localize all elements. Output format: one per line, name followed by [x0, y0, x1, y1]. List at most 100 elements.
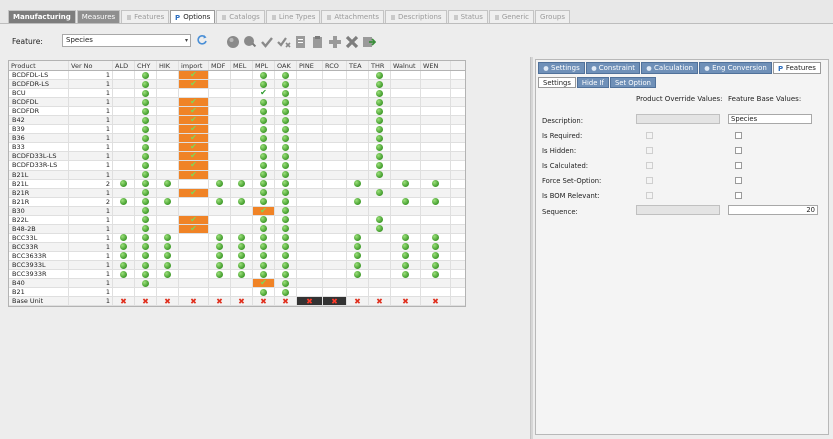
table-row[interactable]: BCDFD33L-LS 1 ✔ — [9, 152, 465, 162]
option-cell[interactable] — [209, 179, 231, 188]
table-row[interactable]: B36 1 ✔ — [9, 134, 465, 144]
option-cell[interactable] — [391, 251, 421, 260]
option-cell[interactable] — [253, 170, 275, 179]
option-cell[interactable] — [209, 288, 231, 297]
option-cell[interactable] — [179, 260, 209, 270]
option-cell[interactable] — [391, 152, 421, 161]
option-cell[interactable] — [369, 251, 391, 260]
option-cell[interactable] — [179, 270, 209, 279]
option-cell[interactable] — [391, 80, 421, 89]
tab-catalogs[interactable]: Catalogs — [216, 10, 265, 23]
option-cell[interactable] — [209, 251, 231, 260]
option-cell[interactable] — [391, 170, 421, 179]
option-cell[interactable] — [391, 215, 421, 224]
option-cell[interactable]: ✖ — [421, 297, 451, 306]
option-cell[interactable] — [209, 197, 231, 206]
option-cell[interactable] — [421, 89, 451, 98]
option-cell[interactable] — [347, 89, 369, 98]
option-cell[interactable] — [231, 80, 253, 89]
subtab-set-option[interactable]: Set Option — [609, 77, 656, 88]
option-cell[interactable] — [369, 80, 391, 89]
option-cell[interactable] — [275, 116, 297, 125]
option-cell[interactable] — [157, 170, 179, 179]
option-cell[interactable] — [347, 143, 369, 152]
option-cell[interactable] — [347, 98, 369, 107]
option-cell[interactable] — [391, 206, 421, 215]
column-header[interactable]: Ver No — [69, 61, 113, 70]
option-cell[interactable] — [157, 152, 179, 161]
option-cell[interactable] — [231, 170, 253, 179]
option-cell[interactable] — [275, 260, 297, 270]
option-cell[interactable] — [347, 206, 369, 215]
column-header[interactable]: MDF — [209, 61, 231, 70]
option-cell[interactable] — [253, 224, 275, 233]
option-cell[interactable] — [179, 279, 209, 288]
option-cell[interactable] — [157, 270, 179, 279]
option-cell[interactable] — [323, 152, 347, 161]
base-required-checkbox[interactable] — [735, 132, 742, 139]
option-cell[interactable] — [209, 215, 231, 224]
option-cell[interactable] — [369, 224, 391, 233]
option-cell[interactable] — [157, 224, 179, 233]
tab-generic[interactable]: Generic — [488, 10, 535, 23]
option-cell[interactable] — [421, 116, 451, 125]
option-cell[interactable] — [179, 288, 209, 297]
option-cell[interactable]: ✔ — [179, 125, 209, 134]
option-cell[interactable] — [275, 224, 297, 233]
option-cell[interactable] — [209, 270, 231, 279]
option-cell[interactable] — [157, 233, 179, 242]
option-cell[interactable] — [275, 71, 297, 80]
option-cell[interactable] — [113, 170, 135, 179]
option-cell[interactable] — [157, 242, 179, 251]
option-cell[interactable] — [231, 188, 253, 197]
option-cell[interactable] — [369, 71, 391, 80]
option-cell[interactable]: ✔ — [253, 89, 275, 98]
option-cell[interactable] — [421, 143, 451, 152]
option-cell[interactable] — [231, 152, 253, 161]
option-cell[interactable] — [275, 179, 297, 188]
option-cell[interactable] — [347, 134, 369, 143]
option-cell[interactable] — [113, 206, 135, 215]
option-cell[interactable] — [253, 80, 275, 89]
option-cell[interactable] — [113, 134, 135, 143]
option-cell[interactable] — [391, 179, 421, 188]
option-cell[interactable] — [253, 152, 275, 161]
option-cell[interactable] — [209, 89, 231, 98]
option-cell[interactable] — [209, 161, 231, 170]
option-cell[interactable]: ✖ — [209, 297, 231, 306]
option-cell[interactable] — [275, 206, 297, 215]
checkmark-icon[interactable] — [260, 35, 274, 49]
option-cell[interactable] — [421, 98, 451, 107]
option-cell[interactable] — [209, 224, 231, 233]
option-cell[interactable]: ✔ — [179, 143, 209, 152]
option-cell[interactable] — [253, 98, 275, 107]
table-row[interactable]: B39 1 ✔ — [9, 125, 465, 135]
option-cell[interactable] — [209, 134, 231, 143]
option-cell[interactable] — [297, 170, 323, 179]
option-cell[interactable] — [275, 170, 297, 179]
option-cell[interactable]: ✔ — [179, 134, 209, 143]
option-cell[interactable] — [323, 161, 347, 170]
option-cell[interactable] — [231, 206, 253, 215]
option-cell[interactable] — [113, 233, 135, 242]
option-cell[interactable] — [323, 215, 347, 224]
option-cell[interactable]: ✔ — [179, 215, 209, 224]
option-cell[interactable] — [113, 279, 135, 288]
option-cell[interactable] — [275, 233, 297, 242]
option-cell[interactable] — [209, 143, 231, 152]
table-row[interactable]: BCDFDL-LS 1 ✔ — [9, 71, 465, 81]
table-row[interactable]: B21R 1 ✔ — [9, 188, 465, 198]
option-cell[interactable]: ✔ — [253, 279, 275, 288]
option-cell[interactable] — [275, 143, 297, 152]
option-cell[interactable] — [421, 152, 451, 161]
add-icon[interactable] — [328, 35, 342, 49]
option-cell[interactable] — [275, 215, 297, 224]
option-cell[interactable] — [323, 270, 347, 279]
option-cell[interactable] — [297, 161, 323, 170]
table-row[interactable]: B21R 2 — [9, 197, 465, 207]
option-cell[interactable] — [231, 215, 253, 224]
column-header[interactable]: HIK — [157, 61, 179, 70]
option-cell[interactable] — [347, 80, 369, 89]
option-cell[interactable] — [421, 279, 451, 288]
option-cell[interactable] — [391, 98, 421, 107]
